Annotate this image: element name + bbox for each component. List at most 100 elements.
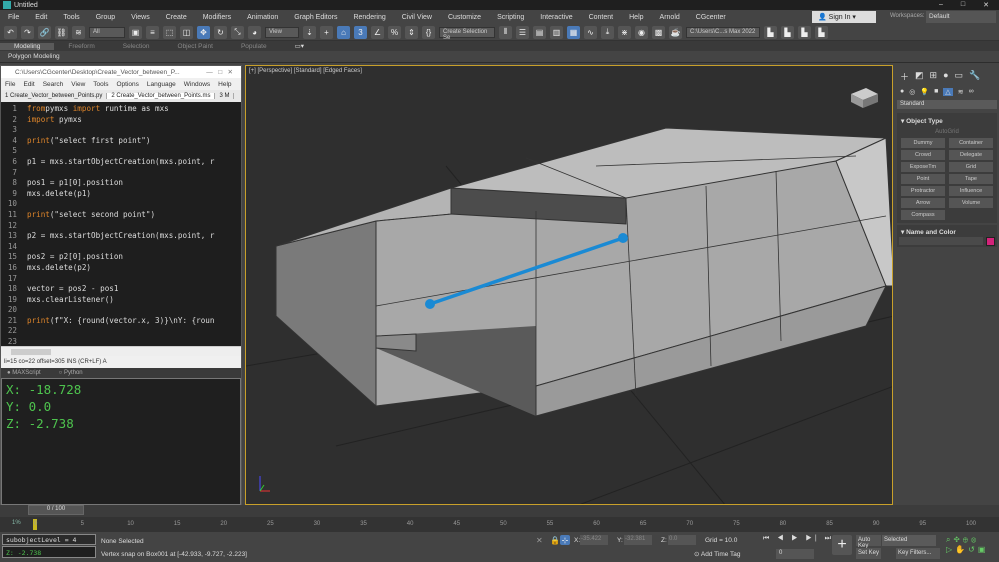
minimize-button[interactable]: –: [939, 1, 943, 9]
ribbon-options-icon[interactable]: ▭▾: [281, 42, 318, 50]
current-frame-field[interactable]: 0: [776, 549, 814, 559]
tab-freeform[interactable]: Freeform: [54, 43, 108, 50]
placement-icon[interactable]: ◕: [248, 25, 261, 39]
set-key-button[interactable]: Set Key: [856, 548, 881, 559]
render-setup-icon[interactable]: ▩: [652, 25, 665, 39]
utilities-tab-icon[interactable]: 🔧: [969, 70, 980, 83]
display-tab-icon[interactable]: ▭: [955, 70, 964, 83]
listener-output[interactable]: X: -18.728 Y: 0.0 Z: -2.738: [1, 378, 241, 505]
menu-views[interactable]: Views: [123, 14, 158, 21]
editor-menu-edit[interactable]: Edit: [19, 81, 38, 88]
create-crowd-button[interactable]: Crowd: [901, 150, 945, 160]
move-icon[interactable]: ✥: [197, 25, 210, 39]
rect-selection-icon[interactable]: ⬚: [163, 25, 176, 39]
code-area[interactable]: 1 from pymxs import runtime as mxs 2 import …: [1, 102, 241, 346]
create-delegate-button[interactable]: Delegate: [949, 150, 993, 160]
menu-group[interactable]: Group: [88, 14, 123, 21]
hierarchy-tab-icon[interactable]: ⊞: [930, 70, 938, 83]
create-point-button[interactable]: Point: [901, 174, 945, 184]
shapes-icon[interactable]: ◎: [909, 88, 915, 96]
motion-tab-icon[interactable]: ●: [943, 70, 948, 83]
dope-sheet-icon[interactable]: ⤓: [601, 25, 614, 39]
undo-icon[interactable]: ↶: [4, 25, 17, 39]
y-coord-field[interactable]: -32.381: [624, 535, 652, 545]
horizontal-scrollbar[interactable]: [1, 346, 241, 356]
create-container-button[interactable]: Container: [949, 138, 993, 148]
tab-populate[interactable]: Populate: [227, 43, 281, 50]
editor-menu-tools[interactable]: Tools: [89, 81, 112, 88]
viewport-nav-controls[interactable]: ⌕✥⊕⊗ ▷✋↺▣: [946, 535, 988, 554]
rotate-icon[interactable]: ↻: [214, 25, 227, 39]
link-icon[interactable]: 🔗: [38, 25, 51, 39]
cameras-icon[interactable]: ■: [934, 88, 938, 96]
modify-tab-icon[interactable]: ◩: [915, 70, 924, 83]
percent-snap-icon[interactable]: %: [388, 25, 401, 39]
menu-customize[interactable]: Customize: [440, 14, 489, 21]
align-icon[interactable]: ☰: [516, 25, 529, 39]
category-dropdown[interactable]: Standard: [897, 100, 997, 109]
menu-arnold[interactable]: Arnold: [652, 14, 688, 21]
create-grid-button[interactable]: Grid: [949, 162, 993, 172]
pivot-icon[interactable]: ⇣: [303, 25, 316, 39]
tab-selection[interactable]: Selection: [109, 43, 164, 50]
menu-help[interactable]: Help: [621, 14, 651, 21]
menu-interactive[interactable]: Interactive: [532, 14, 580, 21]
lock-selection-icon[interactable]: 🔒: [550, 536, 560, 545]
sign-in-button[interactable]: 👤 Sign In ▾: [812, 11, 876, 23]
mini-listener-input[interactable]: subobjectLevel = 4: [2, 534, 96, 545]
select-object-icon[interactable]: ▣: [129, 25, 142, 39]
editor-menu-view[interactable]: View: [67, 81, 89, 88]
viewport-label[interactable]: [+] [Perspective] [Standard] [Edged Face…: [249, 68, 362, 74]
z-coord-field[interactable]: 0.0: [668, 535, 696, 545]
workspace-dropdown[interactable]: Default: [926, 11, 996, 23]
create-tab-icon[interactable]: ＋: [900, 70, 909, 83]
tab-modeling[interactable]: Modeling: [0, 42, 55, 50]
window-crossing-icon[interactable]: ◫: [180, 25, 193, 39]
helpers-icon[interactable]: △: [943, 88, 953, 96]
systems-icon[interactable]: ∞: [969, 88, 974, 96]
create-compass-button[interactable]: Compass: [901, 210, 945, 220]
key-mode-dropdown[interactable]: Selected: [882, 535, 936, 546]
tab-third-file[interactable]: 3 M: [215, 93, 235, 99]
transform-mode-icon[interactable]: ⊹: [560, 535, 570, 545]
tab-ms-file[interactable]: 2 Create_Vector_between_Points.ms: [107, 93, 216, 99]
snap-3d-icon[interactable]: 3: [354, 25, 367, 39]
spinner-snap-icon[interactable]: ⇕: [405, 25, 418, 39]
vertex-point-2[interactable]: [618, 233, 628, 243]
menu-modifiers[interactable]: Modifiers: [195, 14, 239, 21]
object-type-title[interactable]: ▾ Object Type: [899, 115, 995, 127]
spacewarps-icon[interactable]: ≋: [958, 88, 964, 96]
menu-animation[interactable]: Animation: [239, 14, 286, 21]
mini-listener-output[interactable]: Z: -2.738: [2, 546, 96, 558]
menu-edit[interactable]: Edit: [27, 14, 55, 21]
menu-content[interactable]: Content: [581, 14, 622, 21]
create-protractor-button[interactable]: Protractor: [901, 186, 945, 196]
create-influence-button[interactable]: Influence: [949, 186, 993, 196]
mirror-icon[interactable]: ⫴: [499, 25, 512, 39]
viewcube-icon[interactable]: [851, 88, 878, 108]
unlink-icon[interactable]: ⛓: [55, 25, 68, 39]
name-color-title[interactable]: ▾ Name and Color: [899, 227, 995, 237]
menu-rendering[interactable]: Rendering: [345, 14, 393, 21]
create-tape-button[interactable]: Tape: [949, 174, 993, 184]
editor-menu-language[interactable]: Language: [143, 81, 180, 88]
render-icon[interactable]: ☕: [669, 25, 682, 39]
menu-tools[interactable]: Tools: [55, 14, 87, 21]
lights-icon[interactable]: 💡: [920, 88, 929, 96]
project-icon-4[interactable]: ▙: [815, 25, 828, 39]
polygon-modeling-panel[interactable]: Polygon Modeling: [0, 51, 999, 63]
add-time-tag[interactable]: ⊙ Add Time Tag: [694, 550, 741, 558]
object-name-input[interactable]: [899, 237, 983, 245]
select-manipulate-icon[interactable]: +: [320, 25, 333, 39]
keyboard-shortcut-override-icon[interactable]: ⌂: [337, 25, 350, 39]
maximize-button[interactable]: □: [961, 1, 965, 9]
create-dummy-button[interactable]: Dummy: [901, 138, 945, 148]
menu-create[interactable]: Create: [158, 14, 195, 21]
perspective-viewport[interactable]: [+] [Perspective] [Standard] [Edged Face…: [245, 65, 893, 505]
geometry-icon[interactable]: ●: [900, 88, 904, 96]
project-icon-3[interactable]: ▙: [798, 25, 811, 39]
auto-key-button[interactable]: Auto Key: [856, 535, 881, 549]
selection-filter-dropdown[interactable]: All: [89, 26, 125, 38]
ref-coord-dropdown[interactable]: View: [265, 26, 299, 38]
isolate-icon[interactable]: ✕: [536, 536, 543, 545]
